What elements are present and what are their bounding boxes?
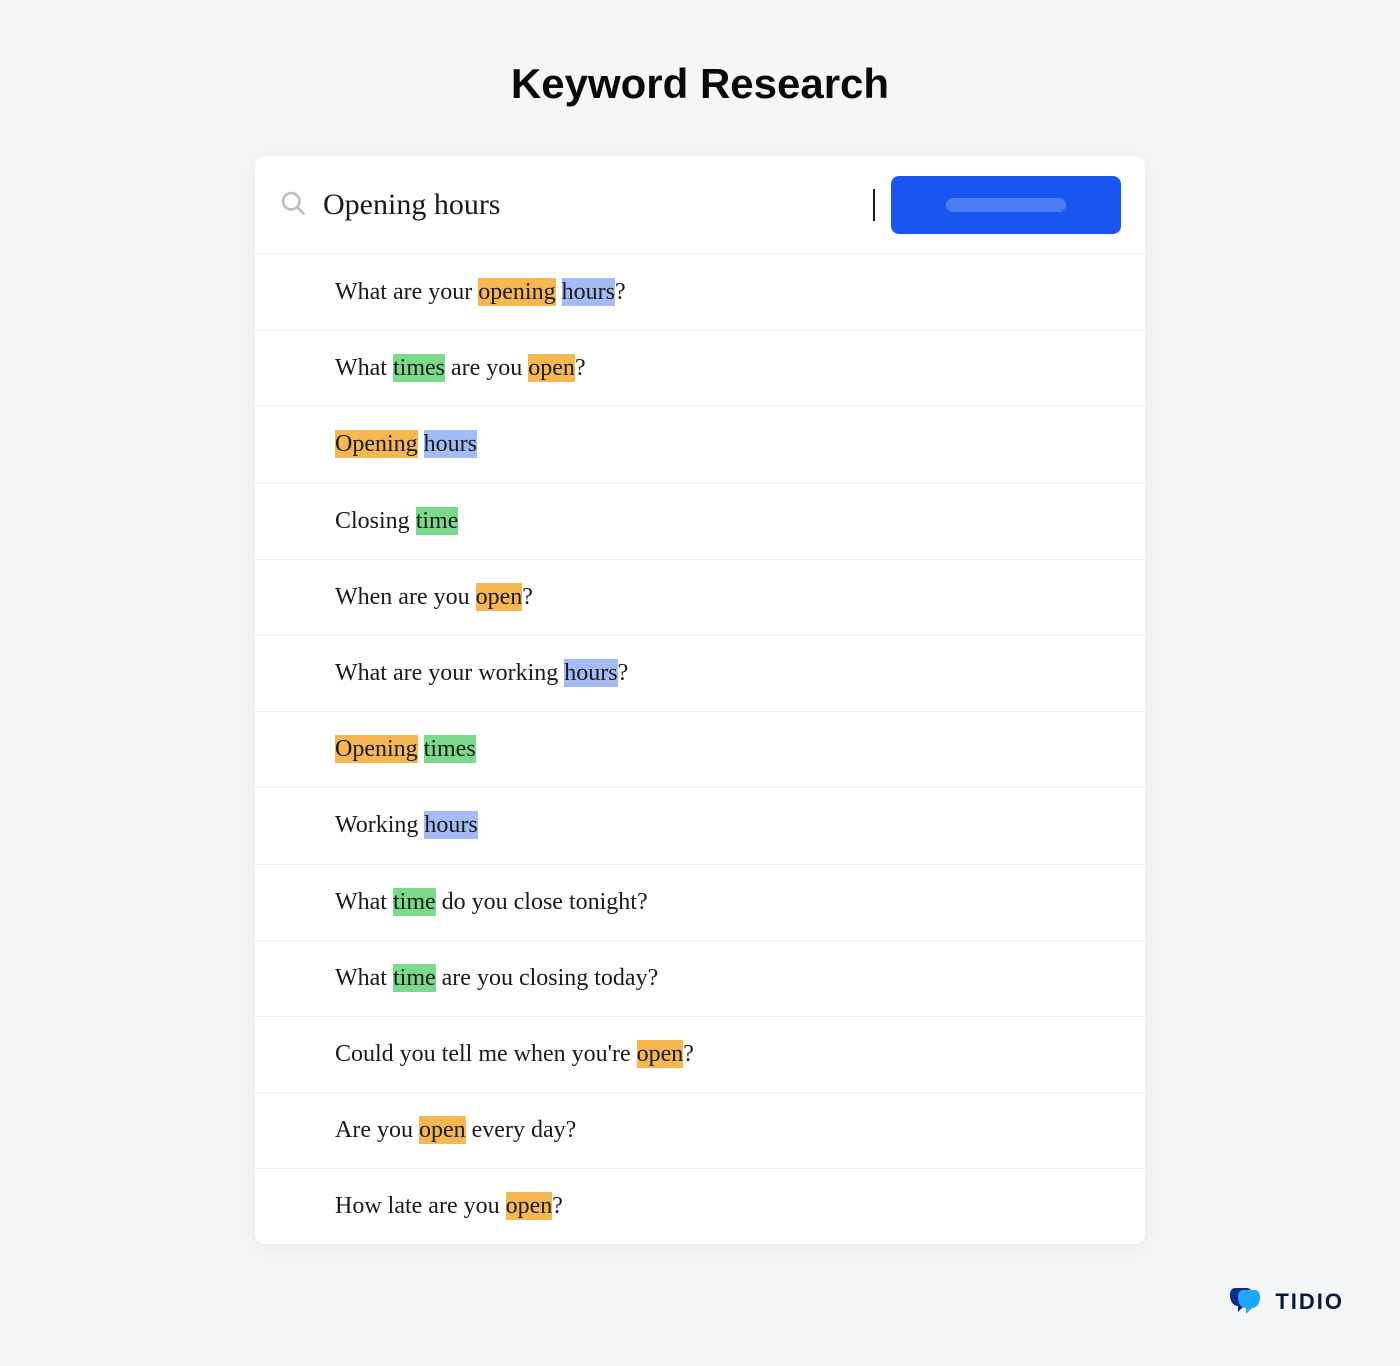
text-segment: What: [335, 355, 393, 381]
text-segment: Working: [335, 812, 424, 838]
text-segment: When are you: [335, 584, 476, 610]
highlight-green: time: [416, 507, 459, 535]
result-row[interactable]: Opening hours: [255, 406, 1145, 482]
text-segment: ?: [683, 1041, 694, 1067]
text-segment: Could you tell me when you're: [335, 1041, 637, 1067]
brand-name: TIDIO: [1275, 1289, 1344, 1315]
text-segment: [556, 279, 562, 305]
highlight-orange: open: [419, 1116, 466, 1144]
text-segment: ?: [552, 1193, 563, 1219]
result-row[interactable]: Working hours: [255, 787, 1145, 863]
highlight-orange: opening: [478, 278, 555, 306]
highlight-blue: hours: [562, 278, 615, 306]
highlight-blue: hours: [424, 430, 477, 458]
highlight-orange: open: [637, 1040, 684, 1068]
search-button[interactable]: [891, 176, 1121, 234]
result-row[interactable]: What times are you open?: [255, 330, 1145, 406]
result-row[interactable]: Are you open every day?: [255, 1092, 1145, 1168]
search-icon: [279, 189, 307, 222]
result-row[interactable]: What time do you close tonight?: [255, 864, 1145, 940]
page-title: Keyword Research: [511, 60, 889, 108]
result-row[interactable]: Opening times: [255, 711, 1145, 787]
result-row[interactable]: Closing time: [255, 483, 1145, 559]
result-row[interactable]: What are your working hours?: [255, 635, 1145, 711]
highlight-green: times: [424, 735, 476, 763]
highlight-orange: Opening: [335, 735, 418, 763]
text-segment: [418, 431, 424, 457]
result-row[interactable]: Could you tell me when you're open?: [255, 1016, 1145, 1092]
search-button-placeholder: [946, 198, 1066, 212]
highlight-green: time: [393, 964, 436, 992]
text-segment: How late are you: [335, 1193, 506, 1219]
text-segment: What: [335, 889, 393, 915]
result-row[interactable]: What are your opening hours?: [255, 254, 1145, 330]
text-segment: are you closing today?: [436, 965, 659, 991]
chat-bubble-icon: [1229, 1286, 1265, 1318]
highlight-blue: hours: [424, 811, 477, 839]
text-segment: What: [335, 965, 393, 991]
search-input-wrap[interactable]: Opening hours: [323, 188, 875, 222]
text-segment: are you: [445, 355, 528, 381]
text-segment: Closing: [335, 508, 416, 534]
result-row[interactable]: What time are you closing today?: [255, 940, 1145, 1016]
text-segment: ?: [618, 660, 629, 686]
text-segment: What are your working: [335, 660, 564, 686]
text-segment: do you close tonight?: [436, 889, 648, 915]
highlight-green: time: [393, 888, 436, 916]
highlight-orange: Opening: [335, 430, 418, 458]
highlight-orange: open: [506, 1192, 553, 1220]
highlight-orange: open: [476, 583, 523, 611]
brand-logo: TIDIO: [1229, 1286, 1344, 1318]
text-segment: Are you: [335, 1117, 419, 1143]
result-row[interactable]: How late are you open?: [255, 1168, 1145, 1244]
search-input[interactable]: Opening hours: [323, 188, 875, 222]
highlight-green: times: [393, 354, 445, 382]
highlight-blue: hours: [564, 659, 617, 687]
search-card: Opening hours What are your opening hour…: [255, 156, 1145, 1244]
text-cursor: [873, 189, 875, 221]
text-segment: ?: [615, 279, 626, 305]
text-segment: ?: [522, 584, 533, 610]
result-row[interactable]: When are you open?: [255, 559, 1145, 635]
text-segment: ?: [575, 355, 586, 381]
text-segment: What are your: [335, 279, 478, 305]
text-segment: every day?: [466, 1117, 577, 1143]
highlight-orange: open: [528, 354, 575, 382]
search-row: Opening hours: [255, 156, 1145, 254]
results-list: What are your opening hours?What times a…: [255, 254, 1145, 1244]
text-segment: [418, 736, 424, 762]
